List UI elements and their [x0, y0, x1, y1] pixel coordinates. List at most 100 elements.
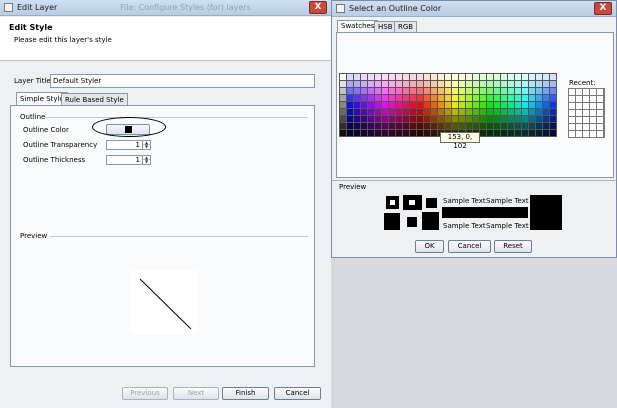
recent-color-swatch[interactable]	[569, 89, 575, 95]
color-swatch[interactable]	[431, 81, 437, 87]
color-swatch[interactable]	[473, 88, 479, 94]
color-swatch[interactable]	[361, 81, 367, 87]
color-swatch[interactable]	[340, 109, 346, 115]
color-swatch[interactable]	[501, 123, 507, 129]
color-swatch[interactable]	[473, 95, 479, 101]
color-swatch[interactable]	[494, 95, 500, 101]
recent-color-swatch[interactable]	[576, 110, 582, 116]
color-swatch[interactable]	[550, 102, 556, 108]
color-swatch[interactable]	[417, 95, 423, 101]
color-swatch[interactable]	[459, 88, 465, 94]
color-swatch[interactable]	[375, 109, 381, 115]
color-swatch[interactable]	[522, 109, 528, 115]
color-swatch[interactable]	[368, 95, 374, 101]
color-swatch[interactable]	[459, 74, 465, 80]
recent-color-swatch[interactable]	[583, 110, 589, 116]
color-swatch[interactable]	[375, 102, 381, 108]
color-swatch[interactable]	[466, 102, 472, 108]
color-swatch[interactable]	[480, 123, 486, 129]
recent-color-swatch[interactable]	[569, 117, 575, 123]
color-swatch[interactable]	[396, 109, 402, 115]
color-swatch[interactable]	[396, 123, 402, 129]
color-swatch[interactable]	[487, 88, 493, 94]
color-swatch[interactable]	[368, 102, 374, 108]
ok-button[interactable]: OK	[415, 240, 444, 253]
recent-color-swatch[interactable]	[576, 124, 582, 130]
color-swatch[interactable]	[431, 102, 437, 108]
color-swatch[interactable]	[522, 88, 528, 94]
color-swatch[interactable]	[543, 88, 549, 94]
color-swatch[interactable]	[536, 81, 542, 87]
recent-color-swatch[interactable]	[576, 117, 582, 123]
recent-color-swatch[interactable]	[583, 103, 589, 109]
recent-color-swatch[interactable]	[597, 131, 603, 137]
color-swatch[interactable]	[466, 123, 472, 129]
color-swatch[interactable]	[361, 74, 367, 80]
color-swatch[interactable]	[445, 74, 451, 80]
color-swatch[interactable]	[536, 74, 542, 80]
color-swatch[interactable]	[340, 102, 346, 108]
color-swatch[interactable]	[529, 123, 535, 129]
tab-swatches[interactable]: Swatches	[337, 20, 379, 32]
color-swatch[interactable]	[382, 102, 388, 108]
color-swatch[interactable]	[466, 116, 472, 122]
color-swatch[interactable]	[403, 130, 409, 136]
color-swatch[interactable]	[389, 81, 395, 87]
color-swatch[interactable]	[368, 123, 374, 129]
color-swatch[interactable]	[403, 88, 409, 94]
color-swatch[interactable]	[396, 88, 402, 94]
color-swatch[interactable]	[417, 130, 423, 136]
color-swatch[interactable]	[382, 116, 388, 122]
color-swatch[interactable]	[494, 81, 500, 87]
color-swatch[interactable]	[354, 116, 360, 122]
color-swatch[interactable]	[522, 130, 528, 136]
color-swatch[interactable]	[452, 81, 458, 87]
color-swatch[interactable]	[445, 95, 451, 101]
color-swatch[interactable]	[424, 95, 430, 101]
color-swatch[interactable]	[382, 74, 388, 80]
color-swatch[interactable]	[410, 81, 416, 87]
color-swatch[interactable]	[515, 130, 521, 136]
color-swatch[interactable]	[501, 116, 507, 122]
color-swatch[interactable]	[431, 109, 437, 115]
color-swatch[interactable]	[438, 88, 444, 94]
color-swatch[interactable]	[487, 109, 493, 115]
reset-button[interactable]: Reset	[494, 240, 532, 253]
color-swatch[interactable]	[347, 116, 353, 122]
color-swatch[interactable]	[389, 95, 395, 101]
color-swatch[interactable]	[424, 102, 430, 108]
color-swatch[interactable]	[438, 81, 444, 87]
color-swatch[interactable]	[410, 95, 416, 101]
color-swatch[interactable]	[354, 95, 360, 101]
color-dialog-titlebar[interactable]: Select an Outline Color X	[332, 1, 616, 17]
color-swatch[interactable]	[466, 109, 472, 115]
color-swatch[interactable]	[529, 102, 535, 108]
color-swatch[interactable]	[382, 81, 388, 87]
recent-color-swatch[interactable]	[590, 124, 596, 130]
color-swatch[interactable]	[396, 95, 402, 101]
color-swatch[interactable]	[340, 81, 346, 87]
color-swatch[interactable]	[459, 102, 465, 108]
color-swatch[interactable]	[361, 116, 367, 122]
color-swatch[interactable]	[417, 74, 423, 80]
color-swatch[interactable]	[543, 81, 549, 87]
color-swatch[interactable]	[340, 88, 346, 94]
color-swatch[interactable]	[354, 81, 360, 87]
color-swatch[interactable]	[431, 116, 437, 122]
color-swatch[interactable]	[508, 81, 514, 87]
color-swatch[interactable]	[417, 102, 423, 108]
recent-color-swatch[interactable]	[597, 124, 603, 130]
color-swatch[interactable]	[543, 74, 549, 80]
color-swatch[interactable]	[508, 102, 514, 108]
finish-button[interactable]: Finish	[222, 387, 269, 400]
color-swatch[interactable]	[431, 74, 437, 80]
color-swatch[interactable]	[389, 102, 395, 108]
color-swatch[interactable]	[529, 81, 535, 87]
color-swatch[interactable]	[403, 123, 409, 129]
color-swatch[interactable]	[480, 88, 486, 94]
color-swatch[interactable]	[473, 81, 479, 87]
color-swatch[interactable]	[375, 130, 381, 136]
color-swatch[interactable]	[452, 109, 458, 115]
recent-color-swatch[interactable]	[597, 103, 603, 109]
tab-rgb[interactable]: RGB	[394, 21, 418, 32]
